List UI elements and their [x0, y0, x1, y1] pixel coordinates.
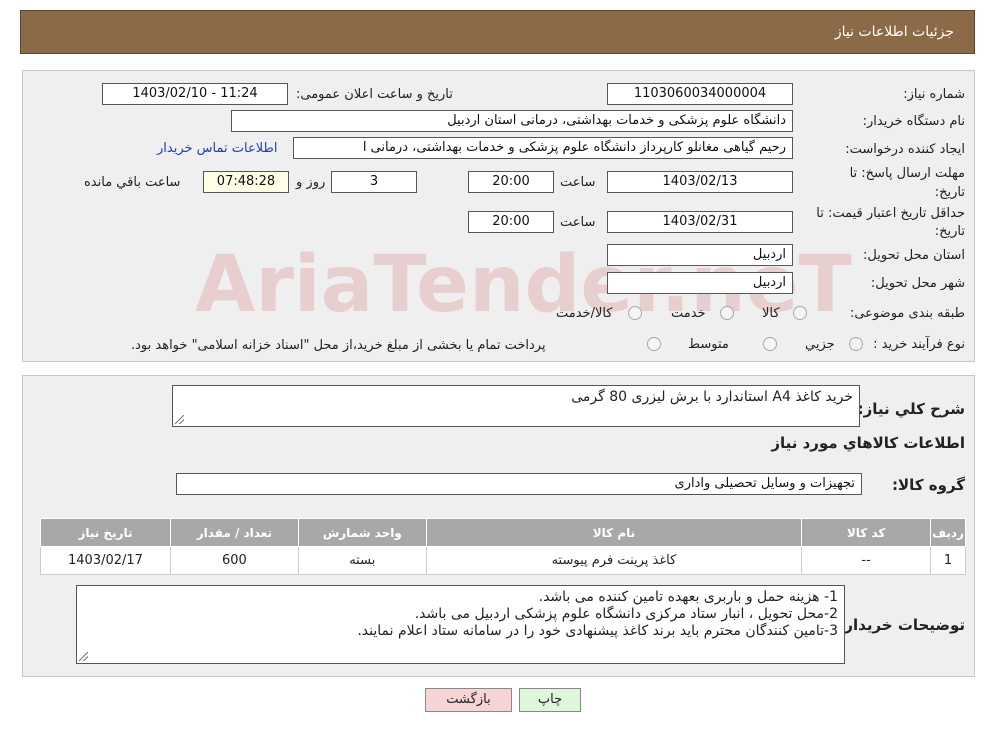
- print-button[interactable]: چاپ: [519, 688, 581, 712]
- process-option-medium: متوسط: [688, 337, 729, 352]
- city-field: اردبیل: [607, 272, 793, 294]
- description-text: خرید کاغذ A4 استاندارد با برش لیزری 80 گ…: [571, 389, 853, 405]
- remaining-time-field: 07:48:28: [203, 171, 289, 193]
- back-button[interactable]: بازگشت: [425, 688, 512, 712]
- goods-group-field: تجهیزات و وسایل تحصیلی واداری: [176, 473, 862, 495]
- cell-code: --: [801, 546, 932, 575]
- buyer-note-line: 2-محل تحویل ، انبار ستاد مرکزی دانشگاه ع…: [414, 606, 838, 622]
- announce-field: 1403/02/10 - 11:24: [102, 83, 288, 105]
- contact-info-link[interactable]: اطلاعات تماس خریدار: [157, 141, 277, 156]
- category-option-goods-service: کالا/خدمت: [556, 306, 613, 321]
- city-label: شهر محل تحویل:: [870, 276, 965, 291]
- description-label: شرح کلي نياز:: [857, 400, 965, 418]
- validity-label-2: تاریخ:: [934, 224, 965, 239]
- deadline-label: مهلت ارسال پاسخ: تا: [849, 166, 965, 181]
- treasury-checkbox[interactable]: [647, 337, 661, 351]
- cell-unit: بسته: [297, 546, 427, 575]
- validity-time-field: 20:00: [468, 211, 554, 233]
- category-option-service: خدمت: [671, 306, 706, 321]
- province-label: استان محل تحویل:: [863, 248, 965, 263]
- deadline-time-label: ساعت: [560, 175, 596, 190]
- table-row: 1 -- کاغذ پرینت فرم پیوسته بسته 600 1403…: [40, 546, 966, 575]
- process-note: پرداخت تمام یا بخشی از مبلغ خرید،از محل …: [131, 338, 546, 353]
- deadline-label-2: تاریخ:: [934, 185, 965, 200]
- page-header: جزئیات اطلاعات نیاز: [20, 10, 975, 54]
- province-field: اردبیل: [607, 244, 793, 266]
- buyer-note-line: 3-تامین کنندگان محترم باید برند کاغذ پیش…: [357, 623, 838, 639]
- validity-label: حداقل تاریخ اعتبار قیمت: تا: [816, 206, 965, 221]
- category-radio-goods[interactable]: [793, 306, 807, 320]
- goods-table: ردیف کد کالا نام کالا واحد شمارش تعداد /…: [40, 518, 966, 575]
- buyer-org-field: دانشگاه علوم پزشکی و خدمات بهداشتی، درما…: [231, 110, 793, 132]
- cell-quantity: 600: [169, 546, 299, 575]
- creator-label: ایجاد کننده درخواست:: [845, 142, 965, 157]
- category-radio-goods-service[interactable]: [628, 306, 642, 320]
- buyer-org-label: نام دستگاه خریدار:: [862, 114, 965, 129]
- col-unit: واحد شمارش: [297, 518, 427, 547]
- category-label: طبقه بندی موضوعی:: [849, 306, 965, 321]
- buyer-notes-label: توضیحات خریدار:: [838, 616, 965, 634]
- buyer-notes-textarea[interactable]: 1- هزینه حمل و باربری بعهده تامین کننده …: [76, 585, 845, 664]
- goods-info-title: اطلاعات کالاهاي مورد نياز: [771, 434, 965, 452]
- col-code: کد کالا: [801, 518, 932, 547]
- days-remaining-field: 3: [331, 171, 417, 193]
- process-option-partial: جزيي: [805, 337, 835, 352]
- validity-date-field: 1403/02/31: [607, 211, 793, 233]
- need-number-field: 1103060034000004: [607, 83, 793, 105]
- goods-group-label: گروه کالا:: [892, 476, 965, 494]
- creator-field: رحیم گیاهی مغانلو کارپرداز دانشگاه علوم …: [293, 137, 793, 159]
- page-title: جزئیات اطلاعات نیاز: [834, 24, 954, 40]
- cell-name: کاغذ پرینت فرم پیوسته: [425, 546, 803, 575]
- category-radio-service[interactable]: [720, 306, 734, 320]
- cell-row: 1: [930, 546, 966, 575]
- process-radio-partial[interactable]: [849, 337, 863, 351]
- deadline-date-field: 1403/02/13: [607, 171, 793, 193]
- col-date: تاریخ نیاز: [40, 518, 171, 547]
- validity-time-label: ساعت: [560, 215, 596, 230]
- category-option-goods: کالا: [762, 306, 780, 321]
- days-label: روز و: [296, 175, 326, 190]
- resize-grip-icon[interactable]: [175, 415, 184, 424]
- remaining-time-label: ساعت باقي مانده: [84, 175, 181, 190]
- need-number-label: شماره نیاز:: [903, 87, 965, 102]
- table-header-row: ردیف کد کالا نام کالا واحد شمارش تعداد /…: [40, 518, 966, 547]
- buyer-note-line: 1- هزینه حمل و باربری بعهده تامین کننده …: [538, 589, 838, 605]
- announce-label: تاریخ و ساعت اعلان عمومی:: [296, 87, 453, 102]
- process-radio-medium[interactable]: [763, 337, 777, 351]
- col-quantity: تعداد / مقدار: [169, 518, 299, 547]
- process-label: نوع فرآیند خرید :: [873, 337, 965, 352]
- description-textarea[interactable]: خرید کاغذ A4 استاندارد با برش لیزری 80 گ…: [172, 385, 860, 427]
- resize-grip-icon[interactable]: [79, 652, 88, 661]
- cell-date: 1403/02/17: [40, 546, 171, 575]
- col-name: نام کالا: [425, 518, 803, 547]
- col-row: ردیف: [930, 518, 966, 547]
- deadline-time-field: 20:00: [468, 171, 554, 193]
